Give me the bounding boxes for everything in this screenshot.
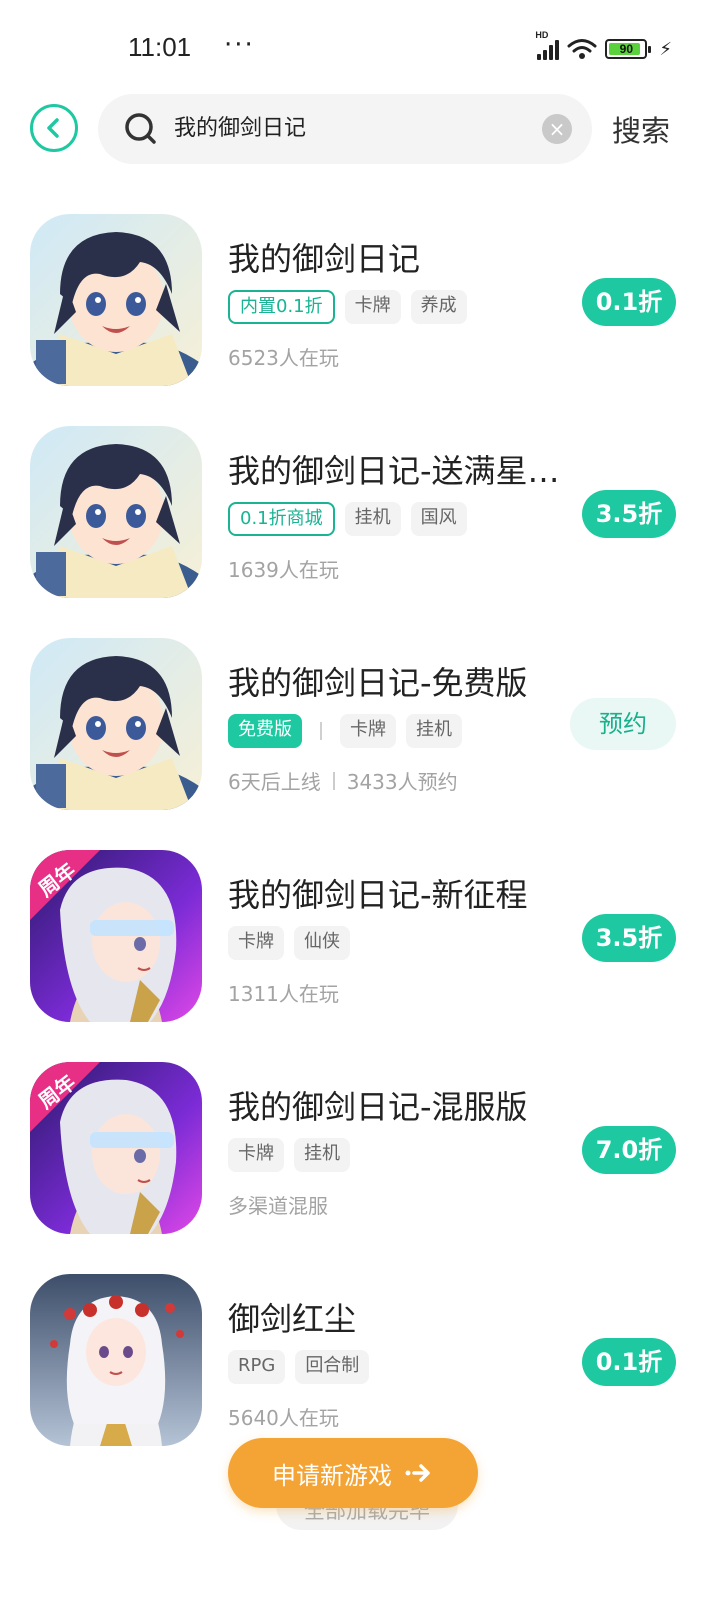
game-tags: 0.1折商城 挂机 国风 [228,502,467,536]
apply-new-game-label: 申请新游戏 [272,1461,392,1490]
game-list-item[interactable]: 我的御剑日记内置0.1折 卡牌 养成 6523人在玩 0.1折 [0,214,720,390]
game-meta-text: 多渠道混服 [228,1194,328,1218]
signal-icon: HD [535,30,560,60]
status-bar: 11:01 ··· HD 90 ⚡ [0,0,720,96]
game-list-item[interactable]: 我的御剑日记-送满星… 0.1折商城 挂机 国风 1639人在玩 3.5折 [0,426,720,602]
status-time: 11:01 [128,32,192,62]
wifi-icon [567,39,597,59]
game-name: 我的御剑日记 [228,240,421,278]
clear-icon[interactable]: × [542,114,572,144]
notification-dots: ··· [224,30,255,60]
game-tag: 挂机 [406,714,462,748]
game-name: 御剑红尘 [228,1300,357,1338]
game-tag: 0.1折商城 [228,502,335,536]
search-button[interactable]: 搜索 [612,108,670,150]
battery-level: 90 [619,42,634,56]
game-tag: 卡牌 [228,1138,284,1172]
hd-label: HD [535,30,549,40]
game-icon[interactable] [30,1274,202,1446]
game-list-item[interactable]: 周年 我的御剑日记-混服版卡牌 挂机多渠道混服 7.0折 [0,1062,720,1238]
game-tag: 卡牌 [340,714,396,748]
search-box[interactable]: × [98,94,592,164]
game-tags: 免费版 卡牌 挂机 [228,714,462,748]
game-meta: 6523人在玩 [228,342,339,371]
game-tag: 回合制 [295,1350,370,1384]
game-meta: 多渠道混服 [228,1190,328,1219]
reserve-button[interactable]: 预约 [570,698,676,750]
game-meta-text: 1639人在玩 [228,558,339,582]
game-tag: 仙侠 [294,926,350,960]
game-meta-text: 6523人在玩 [228,346,339,370]
discount-button[interactable]: 7.0折 [582,1126,676,1174]
game-name: 我的御剑日记-免费版 [228,664,528,702]
game-meta-text: 6天后上线 [228,770,321,794]
game-tag: 挂机 [294,1138,350,1172]
search-input[interactable] [174,94,534,164]
game-tag: 挂机 [344,502,401,536]
game-list-item[interactable]: 周年 我的御剑日记-新征程卡牌 仙侠 1311人在玩 3.5折 [0,850,720,1026]
apply-new-game-button[interactable]: 申请新游戏 [228,1438,478,1508]
game-name: 我的御剑日记-新征程 [228,876,528,914]
game-list-item[interactable]: 御剑红尘 RPG 回合制 5640人在玩 0.1折 [0,1274,720,1450]
game-tag: 国风 [410,502,467,536]
battery-icon: 90 [605,39,652,59]
game-tag: 内置0.1折 [228,290,335,324]
arrow-right-icon [405,1464,430,1482]
game-tags: 内置0.1折 卡牌 养成 [228,290,467,324]
game-meta: 1311人在玩 [228,978,339,1007]
chevron-left-icon [47,118,59,138]
game-tags: 卡牌 仙侠 [228,926,350,960]
game-tag: RPG [228,1350,286,1384]
game-tag: 卡牌 [344,290,401,324]
game-icon[interactable]: 周年 [30,850,202,1022]
game-icon[interactable]: 周年 [30,1062,202,1234]
game-meta: 5640人在玩 [228,1402,339,1431]
meta-separator [332,771,335,790]
game-icon[interactable] [30,426,202,598]
game-meta-text: 3433人预约 [346,770,458,794]
game-name: 我的御剑日记-混服版 [228,1088,528,1126]
game-meta-text: 5640人在玩 [228,1406,339,1430]
game-tag: 养成 [410,290,467,324]
discount-button[interactable]: 0.1折 [582,278,676,326]
search-icon [125,113,156,144]
game-list-item[interactable]: 我的御剑日记-免费版免费版 卡牌 挂机 6天后上线 3433人预约 预约 [0,638,720,814]
game-icon[interactable] [30,214,202,386]
discount-button[interactable]: 0.1折 [582,1338,676,1386]
game-meta: 1639人在玩 [228,554,339,583]
game-icon[interactable] [30,638,202,810]
discount-button[interactable]: 3.5折 [582,914,676,962]
status-icons: HD 90 ⚡ [535,30,672,62]
game-meta-text: 1311人在玩 [228,982,339,1006]
game-tags: 卡牌 挂机 [228,1138,350,1172]
back-button[interactable] [30,104,78,152]
tag-separator [320,722,322,740]
game-tag: 免费版 [228,714,302,748]
game-meta: 6天后上线 3433人预约 [228,766,458,795]
charging-icon: ⚡ [659,38,672,60]
discount-button[interactable]: 3.5折 [582,490,676,538]
game-tags: RPG 回合制 [228,1350,370,1384]
game-tag: 卡牌 [228,926,284,960]
game-name: 我的御剑日记-送满星… [228,452,560,490]
